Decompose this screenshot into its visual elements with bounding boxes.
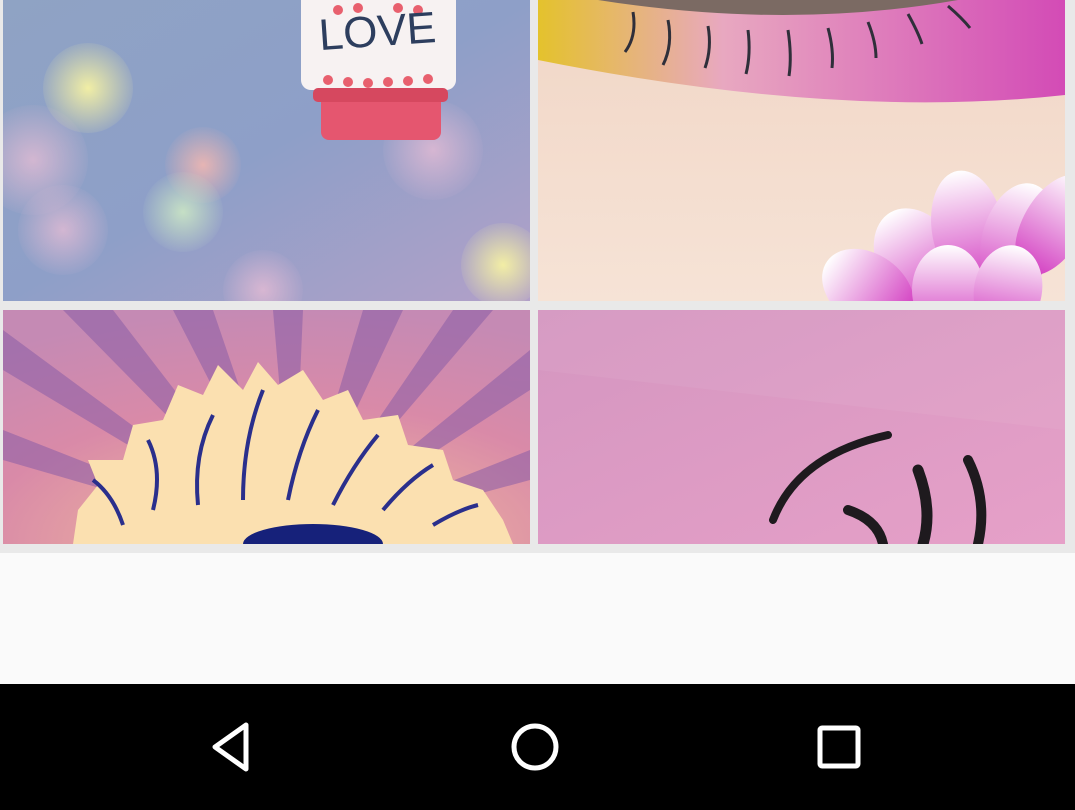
love-bottle-image: LOVE (3, 0, 530, 301)
recents-button[interactable] (794, 702, 884, 792)
gallery-tile-love-bottle[interactable]: LOVE (3, 0, 530, 301)
empty-content-area (0, 553, 1075, 684)
system-navigation-bar (0, 684, 1075, 810)
eye-makeup-image (538, 0, 1065, 301)
back-triangle-icon (212, 722, 249, 772)
home-button[interactable] (490, 702, 580, 792)
gallery-tile-eyelash[interactable] (538, 310, 1065, 544)
back-button[interactable] (188, 702, 278, 792)
gallery-tile-eye-makeup[interactable] (538, 0, 1065, 301)
pop-flower-image (3, 310, 530, 544)
app-screen: LOVE (0, 0, 1075, 810)
love-label: LOVE (317, 3, 438, 60)
gallery-tile-pop-flower[interactable] (3, 310, 530, 544)
home-circle-icon (511, 723, 559, 771)
image-grid: LOVE (0, 0, 1075, 553)
eyelash-image (538, 310, 1065, 544)
recents-square-icon (817, 725, 861, 769)
